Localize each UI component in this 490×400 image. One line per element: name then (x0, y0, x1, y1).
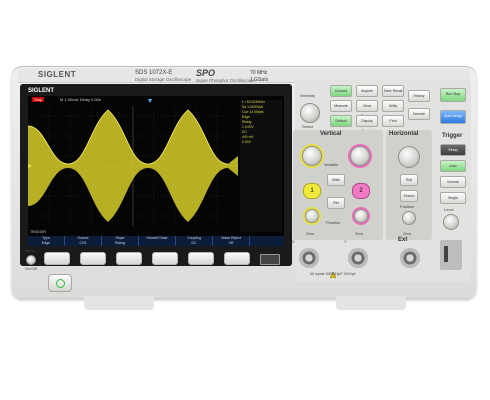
zero-label-ch2: Zero (355, 231, 364, 236)
display-persist-button[interactable]: Display Persist (356, 115, 378, 133)
softkey-slope[interactable]: Slope Rising (102, 236, 139, 246)
position-label-vertical: Position (326, 220, 341, 225)
menu-button-5[interactable] (188, 252, 214, 265)
sample-rate: 1 GSa/s (250, 77, 269, 83)
onoff-label: On/Off (25, 266, 37, 271)
menu-button-4[interactable] (152, 252, 178, 265)
variable-label: Variable (324, 162, 339, 167)
softkey-noise-reject[interactable]: Noise Reject Off (213, 236, 250, 246)
timebase-knob[interactable] (398, 146, 420, 168)
clear-sweeps-button[interactable]: Clear Sweeps (356, 100, 378, 118)
ext-trigger-bnc-input[interactable] (400, 248, 420, 268)
menu-title: TRIGGER (30, 230, 46, 234)
acquire-button[interactable]: Acquire (356, 85, 378, 97)
menu-button-1[interactable] (44, 252, 70, 265)
y-label: Y (344, 239, 347, 244)
trigger-normal-button[interactable]: Normal (440, 176, 466, 188)
ch2-position-knob[interactable] (354, 209, 368, 223)
ch2-bnc-input[interactable] (348, 248, 368, 268)
ch1-button[interactable]: 1 (303, 183, 321, 199)
model-subtitle: Digital Storage Oscilloscope (135, 77, 192, 82)
bezel-brand: SIGLENT (28, 88, 55, 94)
utility-button[interactable]: Utility (382, 100, 404, 112)
warning-icon (329, 265, 337, 279)
menu-button-6[interactable] (224, 252, 250, 265)
softkey-source[interactable]: Source CH1 (65, 236, 102, 246)
ch1-bnc-input[interactable] (299, 248, 319, 268)
probe-comp-terminal (444, 246, 448, 262)
select-label: Select (302, 124, 314, 129)
ch2-button[interactable]: 2 (352, 183, 370, 199)
measure-button[interactable]: Measure (330, 100, 352, 112)
menu-button-3[interactable] (116, 252, 142, 265)
zero-label-ch1: Zero (306, 231, 315, 236)
zero-label-horizontal: Zero (403, 231, 412, 236)
print-button[interactable]: Print (382, 115, 404, 127)
ext-label: Ext (398, 237, 408, 243)
power-button[interactable] (48, 274, 72, 292)
probe-compensation (440, 240, 462, 270)
ref-button[interactable]: Ref (327, 197, 345, 209)
trigger-setup-button[interactable]: Setup (440, 144, 466, 156)
softkey-coupling[interactable]: Coupling DC (176, 236, 213, 246)
spo-logo: SPO (196, 68, 216, 78)
power-icon (56, 279, 65, 288)
left-foot (84, 296, 154, 310)
search-button[interactable]: Search (400, 190, 418, 202)
bandwidth: 70 MHz (250, 70, 268, 76)
run-state: Stop (32, 97, 45, 102)
softkey-holdoff[interactable]: Holdoff Close (139, 236, 176, 246)
ch1-volts-div-knob[interactable] (302, 146, 322, 166)
trigger-auto-button[interactable]: Auto (440, 160, 466, 172)
horizontal-label: Horizontal (389, 131, 419, 137)
position-label-horizontal: Position (400, 204, 415, 209)
horizontal-position-knob[interactable] (402, 211, 416, 225)
model-name: SDS 1072X-E (135, 70, 173, 76)
cursors-button[interactable]: Cursors (330, 85, 352, 97)
softkey-bar: Type Edge Source CH1 Slope Rising Holdoff C… (28, 236, 284, 246)
trigger-single-button[interactable]: Single (440, 192, 466, 204)
default-button[interactable]: Default (330, 115, 352, 127)
math-button[interactable]: Math (327, 174, 345, 186)
decode-button[interactable]: Decode (408, 108, 430, 120)
brand-logo: SIGLENT (38, 70, 77, 79)
input-warning-text: All Inputs 1MΩ||15pF 400Vpk (310, 272, 356, 276)
usb-port (260, 254, 280, 265)
run-stop-button[interactable]: Run Stop (440, 88, 466, 102)
ch1-position-knob[interactable] (305, 209, 319, 223)
adjust-knob[interactable] (300, 103, 320, 123)
trigger-position-marker (148, 99, 152, 103)
trigger-level-knob[interactable] (443, 214, 459, 230)
menu-toggle-button[interactable] (26, 255, 36, 265)
x-label: X (292, 239, 295, 244)
history-button[interactable]: History (408, 90, 430, 102)
trigger-label: Trigger (442, 133, 463, 139)
ch2-volts-div-knob[interactable] (350, 146, 370, 166)
save-recall-button[interactable]: Save Recall (382, 85, 404, 97)
softkey-type[interactable]: Type Edge (28, 236, 65, 246)
level-label: Level (444, 207, 454, 212)
roll-button[interactable]: Roll (400, 174, 418, 186)
menu-label: Menu (25, 248, 36, 253)
measure-panel: f = 54.2240kHz Sa 1.00GSa/s Curr 14.0Mpts … (242, 100, 265, 144)
vertical-label: Vertical (320, 131, 342, 137)
menu-button-2[interactable] (80, 252, 106, 265)
spo-subtitle: Super Phosphor Oscilloscope (196, 78, 256, 83)
intensity-label: Intensity (300, 93, 315, 98)
auto-setup-button[interactable]: Auto Setup (440, 110, 466, 124)
right-foot (336, 296, 406, 310)
timebase-status: M 1.00ms/ Delay 0.00s (60, 97, 101, 102)
